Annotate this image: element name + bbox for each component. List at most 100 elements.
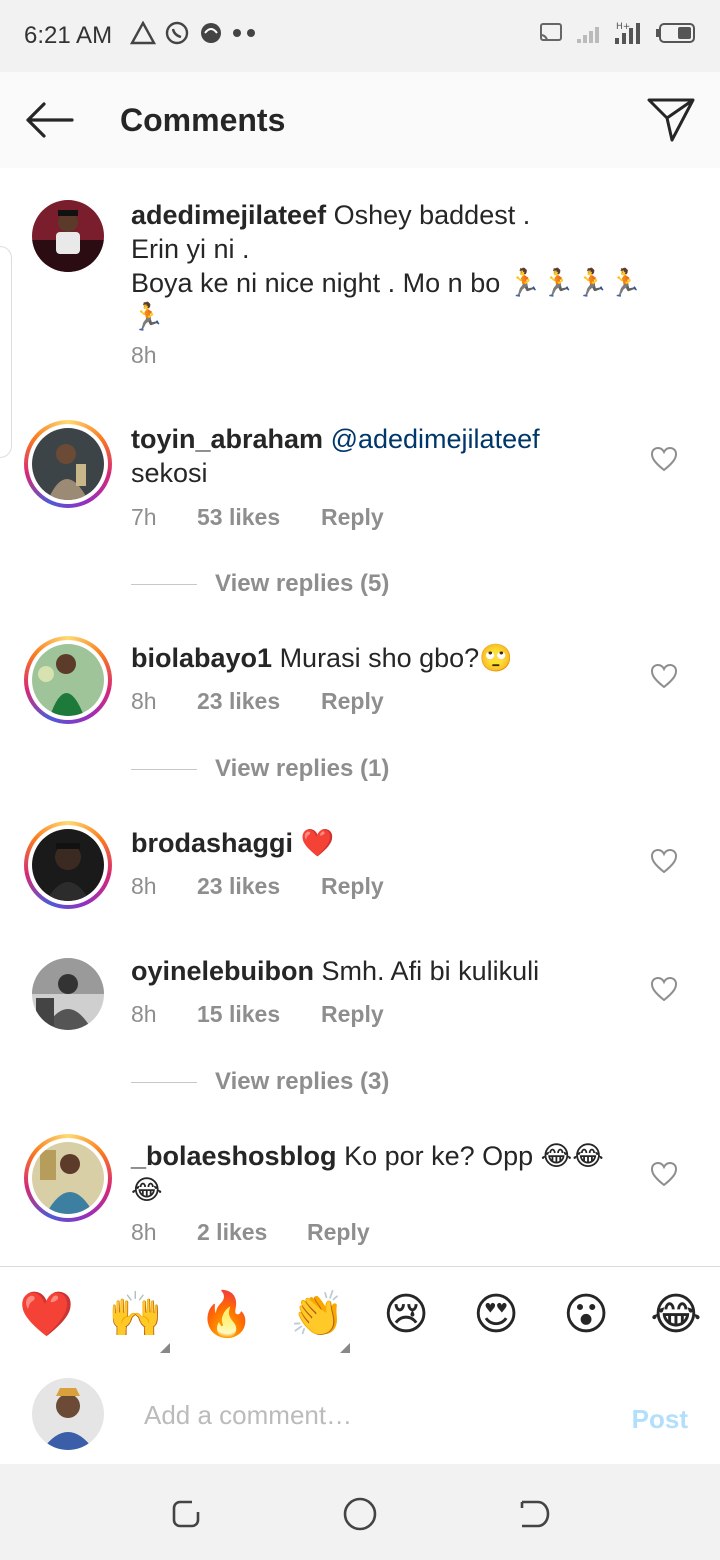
caption-text: adedimejilateef Oshey baddest . Erin yi …	[131, 198, 671, 334]
comment-meta: 8h 23 likes Reply	[131, 688, 384, 715]
emoji-heart-eyes-button[interactable]: 😍	[470, 1289, 522, 1341]
comment-body: Smh. Afi bi kulikuli	[321, 956, 540, 986]
comment-time: 8h	[131, 688, 157, 714]
quick-emoji-bar: ❤️ 🙌 🔥 👏 😢 😍 😮 😂	[0, 1266, 720, 1366]
view-replies-button[interactable]: View replies (5)	[131, 570, 389, 598]
caption-time: 8h	[131, 342, 157, 368]
view-replies-label: View replies (1)	[215, 755, 390, 782]
comment-body-line-2: 😂	[131, 1175, 163, 1205]
divider-line	[131, 1081, 197, 1083]
skin-tone-indicator	[340, 1343, 350, 1353]
cast-icon	[540, 23, 562, 42]
status-time: 6:21 AM	[24, 22, 113, 49]
view-replies-button[interactable]: View replies (1)	[131, 755, 389, 783]
likes-count[interactable]: 15 likes	[197, 1001, 321, 1028]
comment-text: toyin_abraham @adedimejilateef sekosi	[131, 422, 671, 490]
comment-text: _bolaeshosblog Ko por ke? Opp 😂😂 😂	[131, 1139, 671, 1207]
emoji-heart-button[interactable]: ❤️	[19, 1289, 74, 1341]
comment-composer: Add a comment… Post	[0, 1364, 720, 1464]
home-icon[interactable]	[342, 1496, 378, 1532]
emoji-raised-hands-button[interactable]: 🙌	[108, 1289, 163, 1341]
caption-line-4: 🏃	[131, 302, 165, 332]
comment-time: 7h	[131, 504, 157, 530]
signal-icon	[577, 27, 599, 43]
avatar[interactable]	[32, 200, 104, 272]
whatsapp-icon	[165, 21, 189, 45]
emoji-crying-button[interactable]: 😢	[380, 1289, 432, 1341]
comment-body: ❤️	[300, 828, 335, 858]
comment-meta: 8h 23 likes Reply	[131, 873, 384, 900]
view-replies-label: View replies (5)	[215, 570, 390, 597]
emoji-clap-button[interactable]: 👏	[290, 1289, 345, 1341]
emoji-surprised-button[interactable]: 😮	[560, 1289, 612, 1341]
comment-body: sekosi	[131, 458, 208, 488]
back-arrow-icon[interactable]	[22, 96, 74, 144]
battery-icon	[656, 23, 695, 43]
direct-message-icon[interactable]	[646, 94, 696, 144]
recent-apps-icon[interactable]	[168, 1496, 204, 1532]
like-heart-icon[interactable]	[650, 848, 678, 874]
skin-tone-indicator	[160, 1343, 170, 1353]
comment-username[interactable]: brodashaggi	[131, 828, 293, 858]
warning-icon	[130, 21, 156, 45]
comment-meta: 8h 15 likes Reply	[131, 1001, 384, 1028]
caption-line-3: Boya ke ni nice night . Mo n bo 🏃🏃🏃🏃	[131, 268, 643, 298]
like-heart-icon[interactable]	[650, 976, 678, 1002]
view-replies-label: View replies (3)	[215, 1068, 390, 1095]
avatar-story-ring[interactable]	[24, 821, 112, 909]
likes-count[interactable]: 53 likes	[197, 504, 321, 531]
comment-body: Ko por ke? Opp 😂😂	[344, 1141, 604, 1171]
side-edge-tab	[0, 246, 12, 458]
like-heart-icon[interactable]	[650, 1161, 678, 1187]
divider-line	[131, 583, 197, 585]
avatar-story-ring[interactable]	[24, 420, 112, 508]
divider-line	[131, 768, 197, 770]
like-heart-icon[interactable]	[650, 446, 678, 472]
app-notification-icon	[201, 23, 221, 43]
likes-count[interactable]: 23 likes	[197, 873, 321, 900]
more-notifications-icon	[233, 29, 255, 37]
comment-time: 8h	[131, 1001, 157, 1027]
caption-line-1: Oshey baddest .	[333, 200, 531, 230]
caption-meta: 8h	[131, 342, 197, 369]
view-replies-button[interactable]: View replies (3)	[131, 1068, 389, 1096]
comment-input[interactable]: Add a comment…	[144, 1400, 352, 1431]
reply-button[interactable]: Reply	[321, 504, 384, 531]
comment-username[interactable]: toyin_abraham	[131, 424, 323, 454]
comment-meta: 7h 53 likes Reply	[131, 504, 384, 531]
comment-text: oyinelebuibon Smh. Afi bi kulikuli	[131, 954, 671, 988]
caption-line-2: Erin yi ni .	[131, 234, 250, 264]
system-icons: H+	[538, 20, 696, 46]
likes-count[interactable]: 2 likes	[197, 1219, 307, 1246]
reply-button[interactable]: Reply	[321, 688, 384, 715]
caption-username[interactable]: adedimejilateef	[131, 200, 326, 230]
post-button[interactable]: Post	[632, 1404, 688, 1435]
system-nav-bar	[0, 1464, 720, 1560]
notification-icons	[130, 20, 258, 46]
comment-username[interactable]: biolabayo1	[131, 643, 272, 673]
signal-hplus-icon: H+	[615, 22, 640, 44]
comment-username[interactable]: _bolaeshosblog	[131, 1141, 337, 1171]
reply-button[interactable]: Reply	[321, 873, 384, 900]
user-avatar	[32, 1378, 104, 1450]
post-caption: adedimejilateef Oshey baddest . Erin yi …	[0, 168, 720, 458]
reply-button[interactable]: Reply	[321, 1001, 384, 1028]
reply-button[interactable]: Reply	[307, 1219, 370, 1246]
comment-text: biolabayo1 Murasi sho gbo?🙄	[131, 641, 671, 675]
avatar[interactable]	[32, 958, 104, 1030]
like-heart-icon[interactable]	[650, 663, 678, 689]
likes-count[interactable]: 23 likes	[197, 688, 321, 715]
mention-link[interactable]: @adedimejilateef	[331, 424, 540, 454]
comment-body: Murasi sho gbo?🙄	[279, 643, 513, 673]
avatar-story-ring[interactable]	[24, 636, 112, 724]
comment-username[interactable]: oyinelebuibon	[131, 956, 314, 986]
back-nav-icon[interactable]	[516, 1496, 552, 1532]
emoji-laughing-button[interactable]: 😂	[650, 1289, 702, 1341]
comment-time: 8h	[131, 873, 157, 899]
comment-time: 8h	[131, 1219, 157, 1245]
header: Comments	[0, 72, 720, 169]
comment-text: brodashaggi ❤️	[131, 826, 671, 860]
avatar-story-ring[interactable]	[24, 1134, 112, 1222]
page-title: Comments	[120, 102, 286, 138]
emoji-fire-button[interactable]: 🔥	[199, 1289, 254, 1341]
